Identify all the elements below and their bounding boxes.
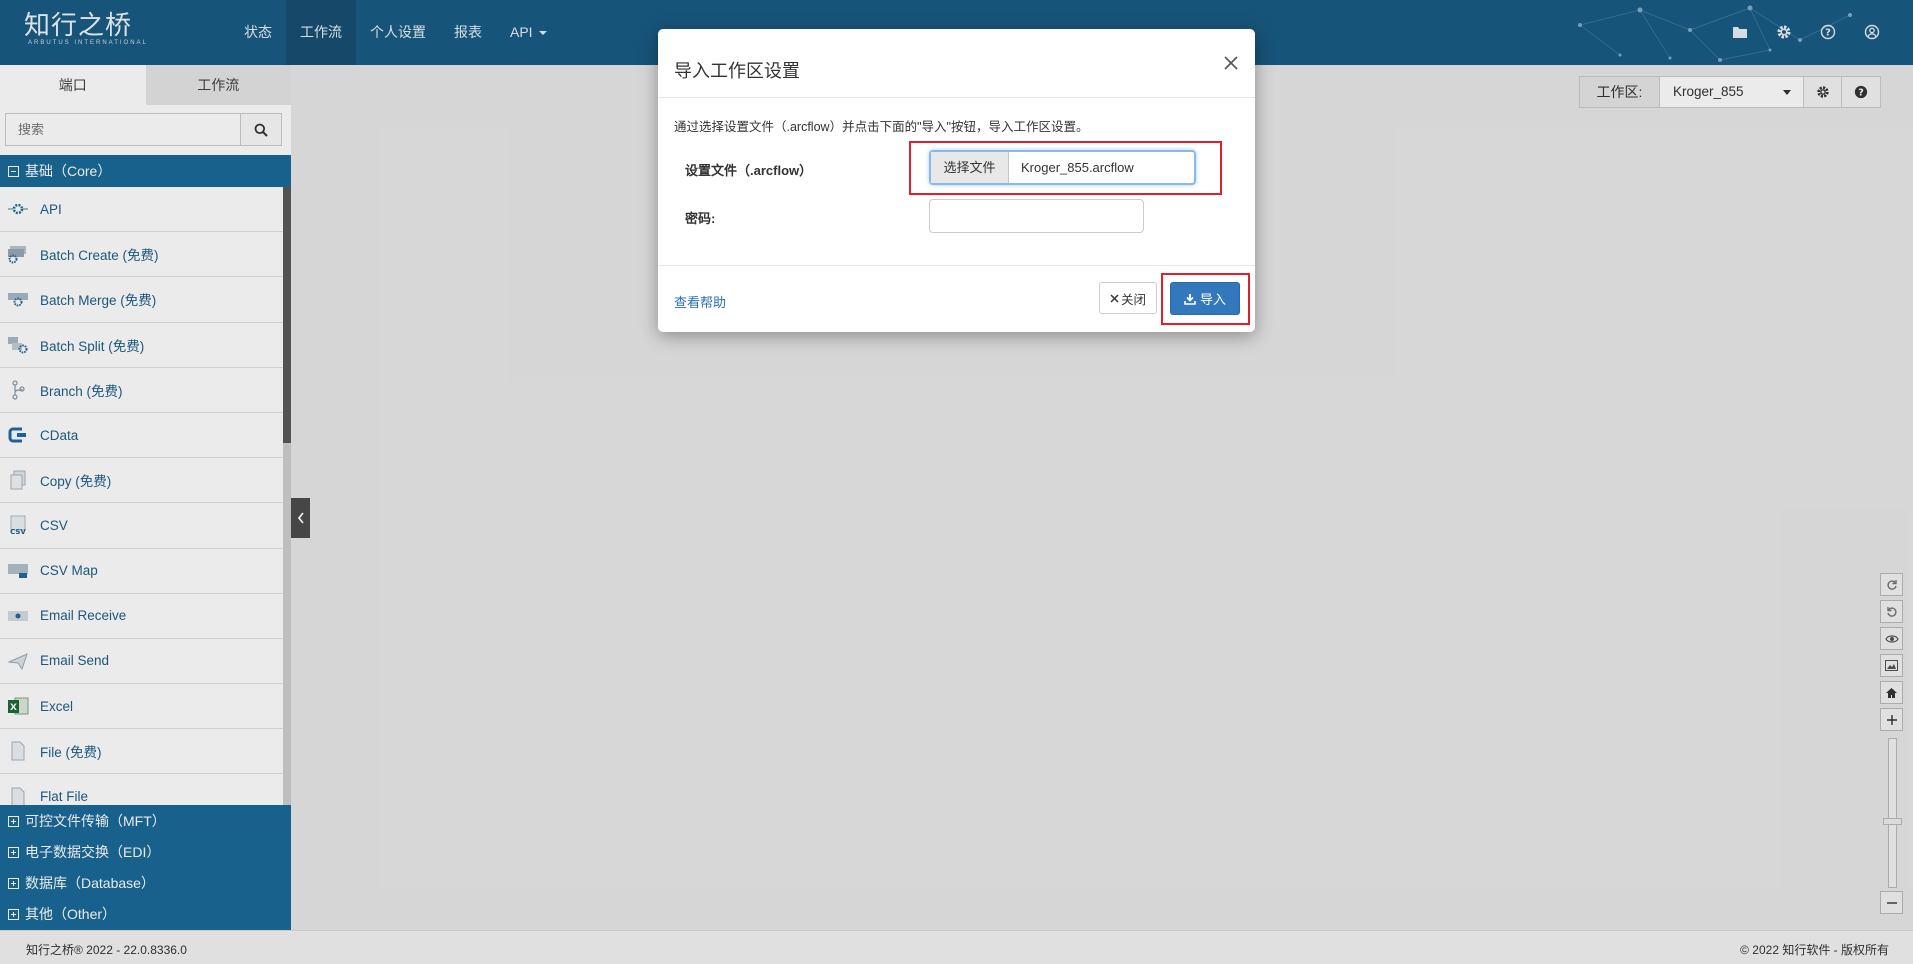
- close-icon: [1110, 293, 1119, 303]
- highlight-box-file: [909, 141, 1222, 195]
- help-link[interactable]: 查看帮助: [674, 292, 726, 311]
- modal-header: 导入工作区设置: [658, 29, 1255, 98]
- settings-file-label: 设置文件（.arcflow）: [685, 163, 813, 178]
- close-button[interactable]: 关闭: [1099, 282, 1157, 314]
- close-icon: [1224, 56, 1238, 70]
- modal-description: 通过选择设置文件（.arcflow）并点击下面的"导入"按钮，导入工作区设置。: [674, 120, 1089, 134]
- modal-close-button[interactable]: [1221, 53, 1241, 73]
- password-label: 密码:: [685, 211, 716, 226]
- password-input[interactable]: [929, 199, 1144, 233]
- close-button-label: 关闭: [1120, 292, 1146, 307]
- modal-title: 导入工作区设置: [674, 61, 800, 81]
- highlight-box-import: [1161, 273, 1250, 325]
- import-workspace-dialog: 导入工作区设置 通过选择设置文件（.arcflow）并点击下面的"导入"按钮，导…: [658, 29, 1255, 332]
- modal-divider: [658, 265, 1255, 266]
